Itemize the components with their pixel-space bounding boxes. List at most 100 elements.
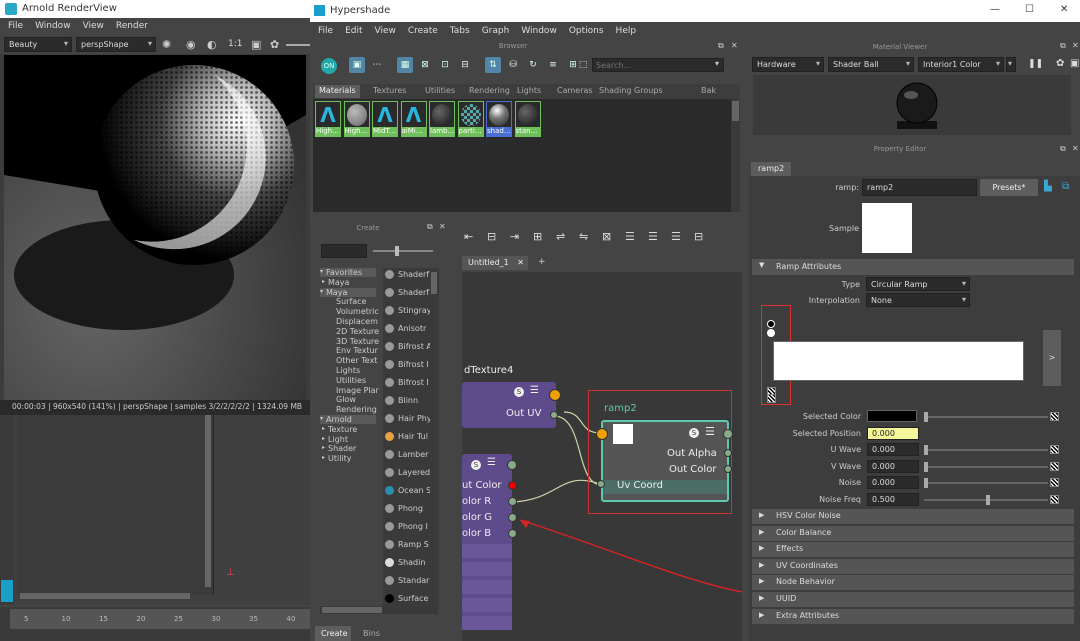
geometry-select[interactable]: Shader Ball (828, 57, 914, 72)
exposure-slider[interactable] (286, 44, 310, 46)
snapshot-icon[interactable]: ▣ (1070, 58, 1079, 69)
tab-create[interactable]: Create (315, 626, 351, 641)
material-swatch[interactable]: ΛaiMi... (400, 101, 427, 137)
tab-rendering[interactable]: Rendering (465, 85, 514, 98)
float-icon[interactable]: ⧉ (427, 222, 433, 232)
node-dtexture[interactable]: dTexture4 S ☰ Out UV (462, 365, 561, 428)
section-uuid[interactable]: UUID (752, 592, 1074, 607)
create-node-item[interactable]: Layered (385, 468, 430, 485)
create-node-item[interactable]: Phong (385, 504, 430, 521)
create-tree-item[interactable]: ▸ Maya (320, 278, 376, 287)
refresh-icon[interactable]: ↻ (525, 57, 541, 73)
tab-bins[interactable]: Bins (359, 626, 389, 641)
create-tree-item[interactable]: Volumetric (320, 307, 379, 316)
create-node-item[interactable]: Anisotr (385, 324, 430, 341)
node-name-field[interactable]: ramp2 (862, 179, 977, 196)
create-tree-item[interactable]: ▸ Utility (320, 454, 376, 463)
ramp-gradient[interactable] (773, 341, 1024, 381)
filter-icon[interactable]: ⛁ (505, 57, 521, 73)
timeline[interactable]: 5 10 15 20 25 30 35 40 (0, 607, 310, 641)
color-g-socket[interactable] (508, 513, 517, 522)
create-node-item[interactable]: Hair Tul (385, 432, 430, 449)
tab-utilities[interactable]: Utilities (421, 85, 459, 98)
close-panel-icon[interactable]: ✕ (1072, 144, 1079, 153)
menu-tabs[interactable]: Tabs (450, 26, 470, 36)
node-out-socket[interactable] (507, 460, 517, 470)
channel-icon[interactable]: ◐ (207, 38, 217, 51)
stop-icon[interactable]: ◉ (186, 38, 196, 51)
layout-icon-2[interactable]: ⊡ (437, 57, 453, 73)
create-tree-item[interactable]: ▾ Maya (320, 287, 376, 297)
node-tool-icon[interactable]: ⇤ (464, 230, 473, 243)
uv-coord-socket[interactable] (597, 480, 605, 488)
out-color-socket[interactable] (508, 481, 517, 490)
menu-file[interactable]: File (8, 21, 23, 31)
material-swatch[interactable]: High... (343, 101, 370, 137)
browser-scrollbar[interactable] (731, 99, 740, 212)
attr-value-field[interactable]: 0.500 (867, 492, 919, 506)
map-button-icon[interactable] (1050, 445, 1059, 454)
menu-window[interactable]: Window (35, 21, 71, 31)
node-tool-icon[interactable]: ⊟ (694, 230, 703, 243)
layout-icon-1[interactable]: ⊠ (417, 57, 433, 73)
camera-select[interactable]: perspShape (76, 37, 156, 52)
node-tool-icon[interactable]: ⊞ (533, 230, 542, 243)
close-tab-icon[interactable]: ✕ (517, 258, 524, 267)
ramp-expand-button[interactable]: > (1043, 330, 1061, 386)
menu-view[interactable]: View (375, 26, 396, 36)
attr-list-icon[interactable]: ☰ (487, 457, 496, 468)
attr-value-field[interactable]: 0.000 (867, 476, 919, 489)
ramp-handle-top2[interactable] (767, 329, 775, 337)
float-icon[interactable]: ⧉ (1060, 41, 1066, 51)
attr-value-field[interactable]: 0.000 (867, 443, 919, 456)
graph-tab[interactable]: Untitled_1 ✕ (462, 256, 528, 270)
create-tree-item[interactable]: Utilities (320, 376, 376, 385)
create-node-item[interactable]: Ocean S (385, 486, 430, 503)
attr-value-field[interactable]: 0.000 (867, 426, 919, 440)
tab-textures[interactable]: Textures (369, 85, 410, 98)
material-swatch[interactable]: Λ High... (315, 101, 341, 137)
icon-size-slider[interactable] (373, 246, 433, 256)
create-node-item[interactable]: Ramp S (385, 540, 430, 557)
create-node-item[interactable]: Phong I (385, 522, 430, 539)
section-hsv-color-noise[interactable]: HSV Color Noise (752, 509, 1074, 524)
create-node-item[interactable]: Blinn (385, 396, 430, 413)
menu-render[interactable]: Render (116, 21, 148, 31)
float-icon[interactable]: ⧉ (718, 41, 724, 51)
tab-materials[interactable]: Materials (315, 85, 360, 98)
section-extra-attributes[interactable]: Extra Attributes (752, 608, 1074, 624)
search-dropdown-icon[interactable]: ▾ (715, 59, 719, 68)
slider-knob[interactable] (924, 478, 928, 488)
create-node-item[interactable]: Shaderf (385, 288, 430, 305)
sun-icon[interactable]: ✺ (162, 38, 171, 51)
menu-help[interactable]: Help (616, 26, 637, 36)
show-output-icon[interactable]: ⧉ (1062, 181, 1069, 192)
node-tool-icon[interactable]: ☰ (625, 230, 635, 243)
create-filter-input[interactable] (321, 244, 367, 258)
pause-icon[interactable]: ❚❚ (1028, 59, 1043, 69)
attr-slider[interactable] (924, 494, 1048, 505)
ramp-editor[interactable] (760, 305, 1036, 405)
create-node-item[interactable]: Bifrost A (385, 342, 430, 359)
create-tree-item[interactable]: ▾ Arnold (320, 415, 376, 424)
attr-value-field[interactable]: 0.000 (867, 459, 919, 473)
layout-icon-3[interactable]: ⊟ (457, 57, 473, 73)
ramp-attributes-section[interactable]: ▼ Ramp Attributes (752, 259, 1074, 275)
create-node-item[interactable]: Bifrost I (385, 378, 430, 395)
map-button-icon[interactable] (1050, 461, 1059, 471)
map-button-icon[interactable] (1050, 494, 1059, 504)
viewport-hscroll[interactable] (20, 593, 190, 599)
color-b-socket[interactable] (508, 529, 517, 538)
settings-icon[interactable]: ✿ (1056, 58, 1064, 69)
attr-slider[interactable] (924, 412, 1048, 422)
slider-knob[interactable] (986, 494, 990, 505)
show-input-icon[interactable]: ▙ (1044, 181, 1052, 192)
material-swatch[interactable]: stan... (514, 101, 541, 137)
create-tree-item[interactable]: Lights (320, 366, 376, 375)
close-panel-icon[interactable]: ✕ (1072, 41, 1079, 50)
close-button[interactable]: ✕ (1060, 4, 1068, 15)
selected-color-swatch[interactable] (867, 410, 917, 422)
create-tree-item[interactable]: 3D Texture (320, 337, 379, 346)
create-node-item[interactable]: Stingray (385, 306, 430, 323)
attr-slider[interactable] (924, 461, 1048, 472)
